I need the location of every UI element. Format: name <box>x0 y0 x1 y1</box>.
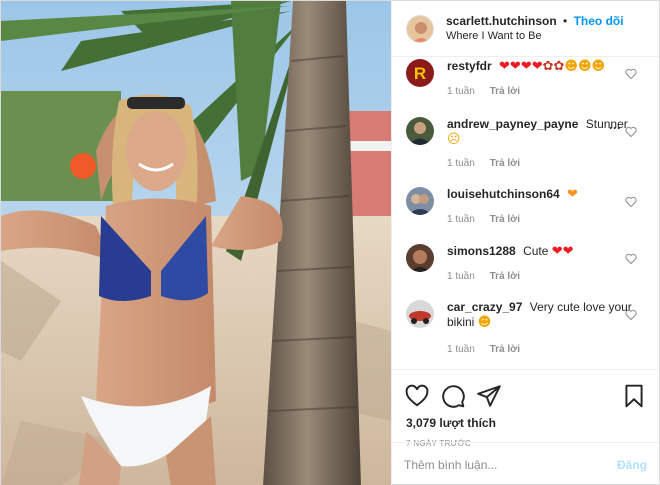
post-actions: 3,079 lượt thích 7 NGÀY TRƯỚC <box>392 369 659 448</box>
comment-username[interactable]: car_crazy_97 <box>447 300 522 314</box>
comment-username[interactable]: simons1288 <box>447 244 516 258</box>
comment-avatar-image <box>406 187 434 215</box>
comment-like-icon[interactable] <box>625 253 637 265</box>
comment-avatar-image <box>406 117 434 145</box>
comment-item: car_crazy_97 Very cute love your bikini … <box>406 300 647 357</box>
post-comment-button[interactable]: Đăng <box>617 458 647 472</box>
comment-like-icon[interactable] <box>625 68 637 80</box>
comment-avatar-image: R <box>406 59 434 87</box>
author-avatar-image <box>407 15 433 42</box>
orange-heart-emoji: ❤ <box>567 187 578 202</box>
comment-time: 1 tuần <box>447 271 475 282</box>
reply-button[interactable]: Trả lời <box>490 344 520 355</box>
action-icons <box>404 378 647 414</box>
comment-username[interactable]: andrew_payney_payne <box>447 117 578 131</box>
beach-photo <box>1 1 391 485</box>
reply-button[interactable]: Trả lời <box>490 214 520 225</box>
comment-username[interactable]: louisehutchinson64 <box>447 187 560 201</box>
author-avatar[interactable] <box>406 14 434 43</box>
comment-like-icon[interactable] <box>625 309 637 321</box>
header-text: scarlett.hutchinson • Theo dõi Where I W… <box>446 14 624 44</box>
comment-item: R restyfdr ❤❤❤❤✿✿☻☻☻ 1 tuần Trả lời <box>406 59 647 99</box>
comment-time: 1 tuần <box>447 344 475 355</box>
comment-more-icon[interactable]: ··· <box>609 121 621 135</box>
comment-like-icon[interactable] <box>625 196 637 208</box>
comment-meta: 1 tuần Trả lời <box>447 269 647 284</box>
comment-body: simons1288 Cute ❤❤ 1 tuần Trả lời <box>447 244 647 284</box>
like-icon[interactable] <box>404 383 430 409</box>
comment-icon[interactable] <box>440 383 466 409</box>
share-icon[interactable] <box>476 383 502 409</box>
comment-avatar[interactable] <box>406 117 434 145</box>
comment-item: louisehutchinson64 ❤ 1 tuần Trả lời <box>406 187 647 227</box>
comment-text: Stunner <box>585 117 628 131</box>
comment-avatar[interactable] <box>406 187 434 215</box>
comment-item: andrew_payney_payne Stunner ☹ 1 tuần Trả… <box>406 117 647 171</box>
save-icon[interactable] <box>621 383 647 409</box>
reply-button[interactable]: Trả lời <box>490 271 520 282</box>
post-header: scarlett.hutchinson • Theo dõi Where I W… <box>392 1 659 57</box>
post-sidebar: scarlett.hutchinson • Theo dõi Where I W… <box>391 1 659 485</box>
author-username[interactable]: scarlett.hutchinson <box>446 14 557 28</box>
header-separator: • <box>563 13 568 28</box>
comment-body: car_crazy_97 Very cute love your bikini … <box>447 300 647 357</box>
comment-item: simons1288 Cute ❤❤ 1 tuần Trả lời <box>406 244 647 284</box>
post-location[interactable]: Where I Want to Be <box>446 29 624 44</box>
comment-time: 1 tuần <box>447 86 475 97</box>
comment-body: restyfdr ❤❤❤❤✿✿☻☻☻ 1 tuần Trả lời <box>447 59 647 99</box>
comment-time: 1 tuần <box>447 158 475 169</box>
follow-button[interactable]: Theo dõi <box>574 14 624 28</box>
comment-avatar[interactable] <box>406 244 434 272</box>
comment-text: Cute <box>523 244 549 258</box>
svg-text:R: R <box>414 64 426 83</box>
comment-emoji: ❤❤❤❤✿✿☻☻☻ <box>499 59 606 74</box>
comment-avatar[interactable]: R <box>406 59 434 87</box>
like-count[interactable]: 3,079 lượt thích <box>406 416 647 430</box>
comment-input[interactable] <box>404 457 617 472</box>
comment-meta: 1 tuần Trả lời <box>447 84 647 99</box>
comment-meta: 1 tuần Trả lời <box>447 342 647 357</box>
comment-username[interactable]: restyfdr <box>447 59 492 73</box>
heart-emoji: ❤❤ <box>551 244 574 259</box>
heart-eyes-emoji: ☻ <box>477 315 492 330</box>
comment-avatar[interactable] <box>406 300 434 328</box>
comment-list[interactable]: R restyfdr ❤❤❤❤✿✿☻☻☻ 1 tuần Trả lời andr… <box>392 57 659 369</box>
post-dialog: scarlett.hutchinson • Theo dõi Where I W… <box>0 0 660 485</box>
post-photo[interactable] <box>1 1 391 485</box>
add-comment-bar: Đăng <box>392 442 659 485</box>
comment-like-icon[interactable] <box>625 126 637 138</box>
comment-meta: 1 tuần Trả lời <box>447 156 647 171</box>
comment-avatar-image <box>406 300 434 328</box>
surprised-emoji: ☹ <box>447 132 461 147</box>
comment-meta: 1 tuần Trả lời <box>447 212 647 227</box>
comment-avatar-image <box>406 244 434 272</box>
comment-body: louisehutchinson64 ❤ 1 tuần Trả lời <box>447 187 647 227</box>
reply-button[interactable]: Trả lời <box>490 86 520 97</box>
reply-button[interactable]: Trả lời <box>490 158 520 169</box>
comment-time: 1 tuần <box>447 214 475 225</box>
